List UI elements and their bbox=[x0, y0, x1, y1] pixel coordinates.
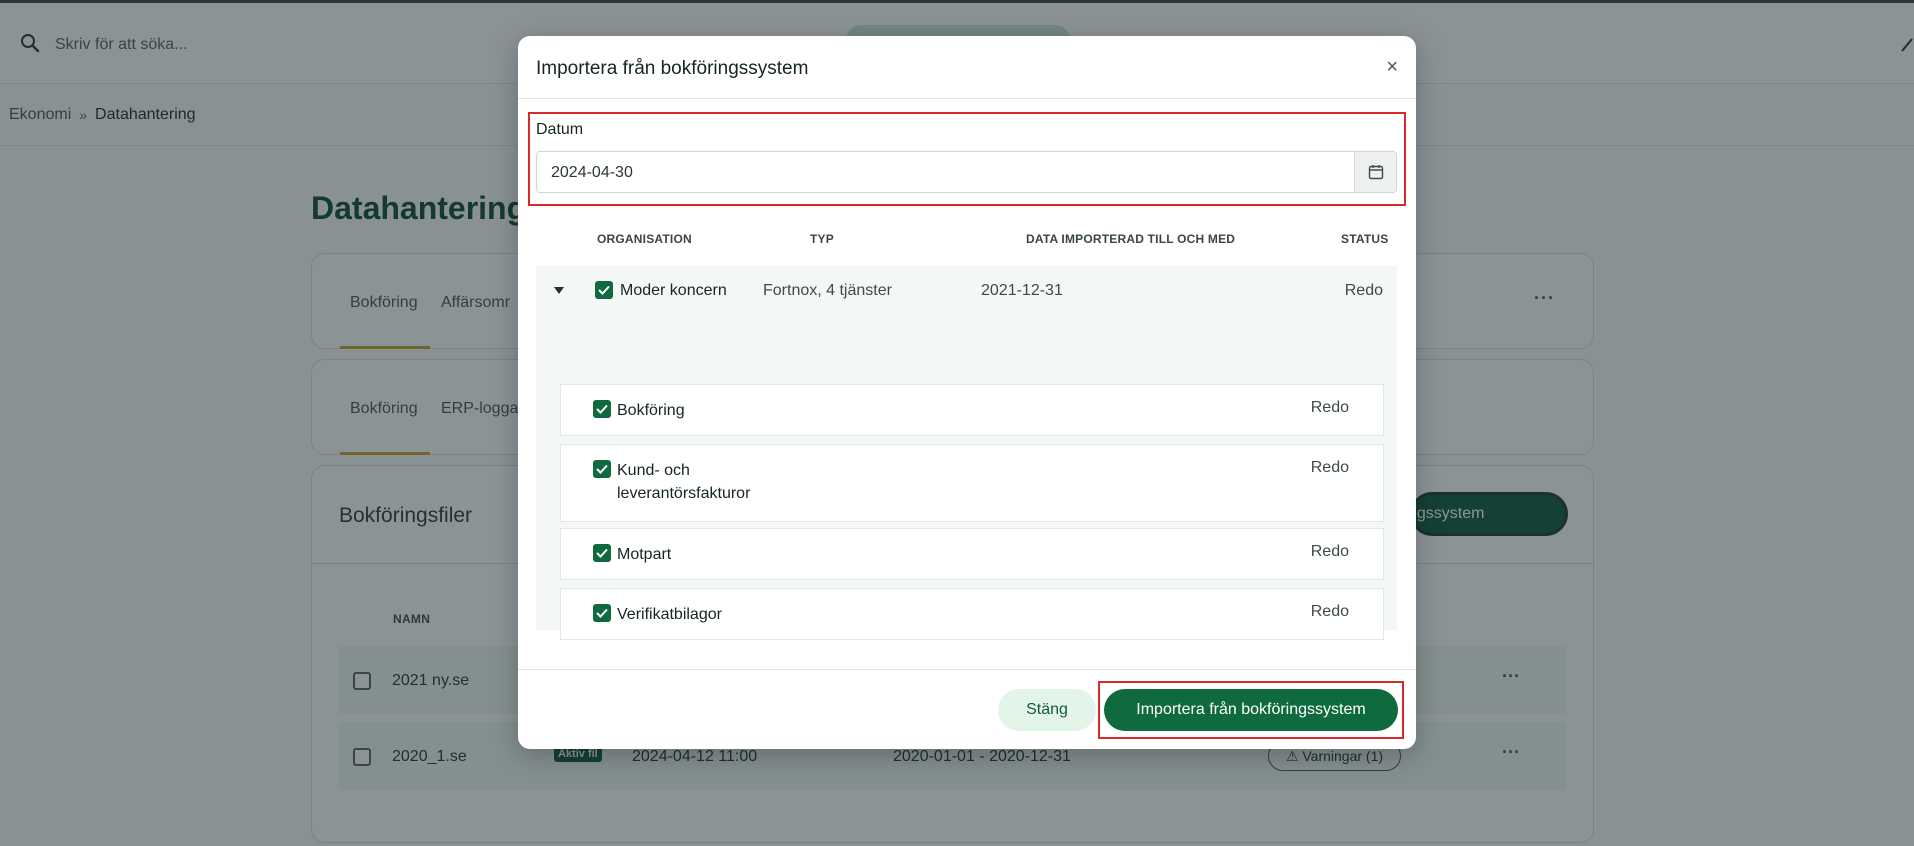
date-picker-button[interactable] bbox=[1354, 152, 1396, 192]
column-header-imported-until: DATA IMPORTERAD TILL OCH MED bbox=[1026, 232, 1236, 246]
organisation-type: Fortnox, 4 tjänster bbox=[763, 282, 892, 299]
close-button[interactable]: Stäng bbox=[998, 689, 1096, 731]
organisation-status: Redo bbox=[1344, 282, 1383, 299]
service-label: Motpart bbox=[617, 546, 672, 563]
modal-title: Importera från bokföringssystem bbox=[536, 58, 809, 79]
import-button[interactable]: Importera från bokföringssystem bbox=[1104, 689, 1398, 731]
column-header-organisation: ORGANISATION bbox=[597, 232, 692, 246]
services-list: Bokföring Redo Kund- och leverantörsfakt… bbox=[536, 318, 1397, 640]
service-label-line2: leverantörsfakturor bbox=[617, 485, 751, 502]
expand-caret-icon[interactable] bbox=[554, 287, 564, 294]
date-label: Datum bbox=[536, 121, 584, 138]
date-input[interactable]: 2024-04-30 bbox=[536, 151, 1397, 193]
organisation-imported-until: 2021-12-31 bbox=[981, 282, 1063, 299]
list-item: Verifikatbilagor Redo bbox=[560, 588, 1384, 640]
service-status: Redo bbox=[1310, 543, 1349, 560]
column-header-status: STATUS bbox=[1341, 232, 1389, 246]
check-icon bbox=[596, 404, 608, 414]
list-item: Kund- och leverantörsfakturor Redo bbox=[560, 444, 1384, 522]
organisation-checkbox[interactable] bbox=[595, 281, 613, 299]
list-item: Bokföring Redo bbox=[560, 384, 1384, 436]
check-icon bbox=[596, 608, 608, 618]
service-status: Redo bbox=[1310, 459, 1349, 476]
import-modal: Importera från bokföringssystem × Datum … bbox=[518, 36, 1416, 749]
service-checkbox-fakturor[interactable] bbox=[593, 460, 611, 478]
check-icon bbox=[598, 285, 610, 295]
close-icon[interactable]: × bbox=[1386, 56, 1398, 79]
date-value: 2024-04-30 bbox=[551, 164, 633, 181]
service-label: Verifikatbilagor bbox=[617, 606, 722, 623]
calendar-icon bbox=[1368, 165, 1384, 180]
organisation-row: Moder koncern Fortnox, 4 tjänster 2021-1… bbox=[536, 266, 1397, 318]
column-header-type: TYP bbox=[810, 232, 834, 246]
service-status: Redo bbox=[1310, 603, 1349, 620]
modal-divider bbox=[518, 98, 1416, 99]
organisation-name: Moder koncern bbox=[620, 282, 727, 299]
check-icon bbox=[596, 464, 608, 474]
modal-footer-divider bbox=[518, 669, 1416, 670]
service-label: Kund- och bbox=[617, 462, 690, 479]
service-status: Redo bbox=[1310, 399, 1349, 416]
service-checkbox-motpart[interactable] bbox=[593, 544, 611, 562]
service-label: Bokföring bbox=[617, 402, 685, 419]
list-item: Motpart Redo bbox=[560, 528, 1384, 580]
check-icon bbox=[596, 548, 608, 558]
service-checkbox-verifikatbilagor[interactable] bbox=[593, 604, 611, 622]
service-checkbox-bokforing[interactable] bbox=[593, 400, 611, 418]
